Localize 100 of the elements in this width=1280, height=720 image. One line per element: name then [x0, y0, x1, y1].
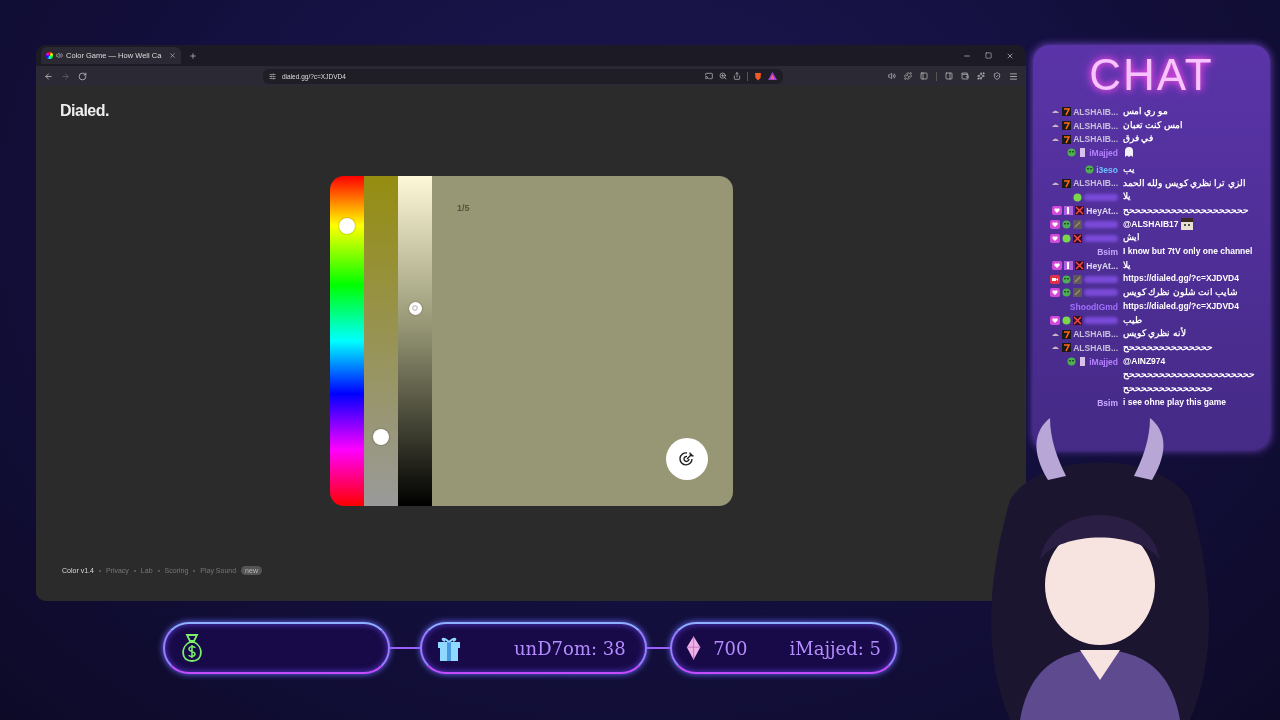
camera-badge-icon: [1050, 274, 1060, 284]
chat-username[interactable]: ShoodIGmd: [1069, 301, 1118, 312]
round-counter: 1/5: [457, 203, 470, 213]
chat-message: يب: [1123, 162, 1135, 176]
seven-badge-icon: [1062, 178, 1072, 188]
blob-badge-icon: [1062, 233, 1071, 243]
chat-username[interactable]: HeyAt...: [1086, 260, 1118, 271]
speaker-icon[interactable]: [888, 72, 896, 80]
chat-username[interactable]: iMajjed: [1089, 356, 1118, 367]
chat-message: https://dialed.gg/?c=XJDVD4: [1123, 272, 1239, 286]
close-icon[interactable]: [169, 52, 176, 59]
chat-message: يلا: [1123, 258, 1131, 272]
bar-badge-icon: [1078, 148, 1088, 158]
panel-icon[interactable]: [920, 72, 928, 80]
maximize-icon[interactable]: [985, 51, 992, 59]
chat-username[interactable]: HeyAt...: [1086, 205, 1118, 216]
speaker-icon[interactable]: [56, 52, 63, 59]
chat-username[interactable]: i3eso: [1096, 164, 1118, 175]
color-wheel-icon: [46, 52, 53, 59]
gem-icon: [686, 633, 702, 663]
chat-username[interactable]: ALSHAIB...: [1073, 120, 1118, 131]
seven-badge-icon: [1062, 121, 1072, 131]
reload-icon[interactable]: [78, 71, 87, 81]
chat-message: امس كنت تعبان: [1123, 118, 1183, 133]
target-arrow-icon: [678, 450, 696, 468]
seven-badge-icon: [1062, 329, 1072, 339]
menu-icon[interactable]: [1009, 71, 1018, 81]
seven-badge-icon: [1062, 343, 1072, 353]
seven-badge-icon: [1062, 134, 1072, 144]
close-icon[interactable]: [1006, 51, 1014, 60]
sparkle-icon[interactable]: [977, 72, 985, 80]
smile-badge-icon: [1062, 288, 1071, 298]
chat-message: طيب: [1123, 313, 1142, 327]
pencil-badge-icon: [1073, 288, 1082, 298]
bar-badge-icon: [1078, 357, 1088, 366]
site-logo[interactable]: Dialed.: [60, 102, 109, 120]
blob-badge-icon: [1073, 192, 1082, 202]
chat-username[interactable]: ALSHAIB...: [1073, 342, 1118, 353]
heart-badge-icon: [1050, 219, 1060, 229]
wallet-icon[interactable]: [961, 72, 969, 80]
chat-message: ححححححححححححححح: [1123, 340, 1213, 355]
cast-icon[interactable]: [705, 72, 713, 80]
heart-badge-icon: [1052, 261, 1063, 271]
smile-badge-icon: [1067, 357, 1077, 366]
chat-username[interactable]: ALSHAIB...: [1073, 134, 1118, 145]
chat-username[interactable]: ALSHAIB...: [1073, 329, 1118, 340]
grid-badge-icon: [1075, 261, 1085, 271]
blurred-username: [1084, 316, 1118, 324]
smile-badge-icon: [1062, 219, 1071, 229]
submit-button[interactable]: [666, 438, 708, 480]
blob-badge-icon: [1062, 315, 1071, 325]
chat-username[interactable]: Bsim: [1097, 397, 1118, 408]
pencil-badge-icon: [1073, 219, 1082, 229]
blurred-username: [1084, 289, 1118, 297]
chat-message: يلا: [1123, 190, 1131, 204]
shield-icon[interactable]: [993, 72, 1001, 80]
lion-shield-icon[interactable]: [754, 71, 762, 81]
pencil-badge-icon: [1073, 274, 1082, 284]
chat-message: لأنه نظري كويس: [1123, 327, 1186, 341]
face-emote-icon: [1180, 218, 1193, 231]
new-tab-icon[interactable]: [189, 51, 197, 60]
chat-username[interactable]: ALSHAIB...: [1073, 178, 1118, 189]
goal-text: iMajjed: 5: [789, 637, 881, 659]
site-settings-icon[interactable]: [269, 72, 276, 80]
smile-badge-icon: [1067, 148, 1077, 158]
smile-badge-icon: [1085, 165, 1095, 175]
chat-title: CHAT: [1089, 49, 1214, 101]
goal-text: unD7om: 38: [514, 637, 626, 659]
chat-message: الزي ترا نظري كويس ولله الحمد: [1123, 176, 1246, 191]
chat-message: مو ري امس: [1123, 105, 1168, 119]
chat-username[interactable]: iMajjed: [1089, 147, 1118, 158]
prime-badge-icon: [1064, 261, 1074, 271]
blurred-username: [1084, 220, 1118, 228]
chat-username[interactable]: Bsim: [1097, 246, 1118, 257]
goal-text: 700: [713, 637, 748, 659]
chat-username[interactable]: ALSHAIB...: [1073, 106, 1118, 117]
back-icon[interactable]: [44, 71, 53, 81]
blurred-username: [1084, 193, 1118, 201]
blurred-username: [1084, 275, 1118, 283]
smile-badge-icon: [1062, 274, 1071, 284]
sidebar-icon[interactable]: [945, 72, 953, 80]
ghost-emote-icon: [1123, 146, 1135, 159]
grid-badge-icon: [1073, 233, 1082, 243]
money-bag-icon: [179, 633, 205, 663]
heart-badge-icon: [1050, 233, 1060, 243]
extensions-icon[interactable]: [904, 72, 912, 80]
heart-badge-icon: [1050, 315, 1060, 325]
chat-message-line: حححححححححححححححححححححح: [1123, 368, 1256, 382]
zoom-icon[interactable]: [719, 72, 727, 80]
share-icon[interactable]: [733, 72, 741, 80]
chat-message: https://dialed.gg/?c=XJDVD4: [1123, 299, 1239, 313]
prime-badge-icon: [1064, 206, 1074, 216]
grid-badge-icon: [1073, 315, 1082, 325]
grid-badge-icon: [1075, 206, 1085, 216]
chat-message: ايش: [1123, 231, 1140, 245]
chat-message-line: ححححححححححححححح: [1123, 382, 1214, 396]
chat-message: ححححححححححححححححححححح: [1123, 203, 1249, 218]
triangle-icon[interactable]: [768, 72, 777, 80]
chat-message: I know but 7tV only one channel: [1123, 245, 1253, 259]
blurred-username: [1084, 234, 1118, 242]
